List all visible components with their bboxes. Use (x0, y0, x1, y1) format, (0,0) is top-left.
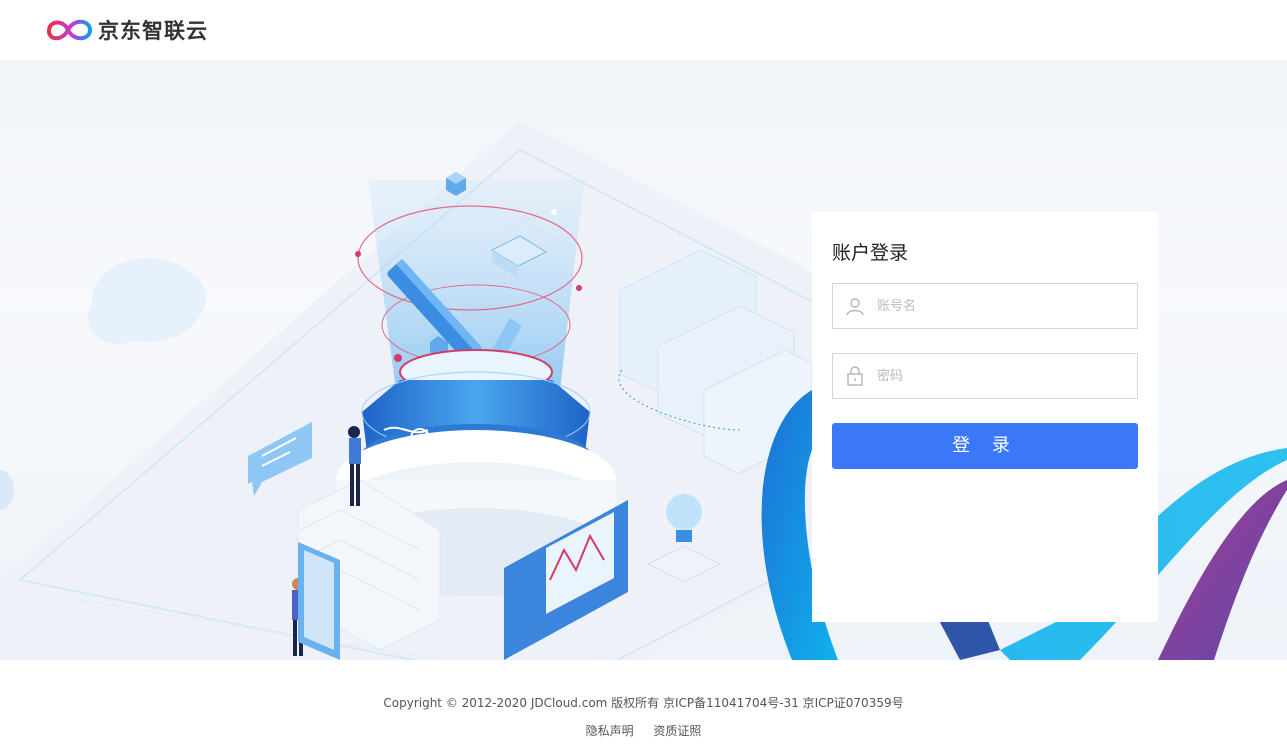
login-card: 账户登录 登 录 (812, 212, 1158, 622)
brand-logo[interactable]: 京东智联云 (44, 14, 208, 46)
password-field[interactable] (832, 353, 1138, 399)
top-header: 京东智联云 (0, 0, 1287, 60)
login-button[interactable]: 登 录 (832, 423, 1138, 469)
user-icon (846, 298, 864, 316)
qualification-link[interactable]: 资质证照 (653, 724, 701, 738)
login-title: 账户登录 (832, 242, 909, 264)
footer-links: 隐私声明 资质证照 (0, 722, 1287, 739)
username-input[interactable] (877, 284, 1133, 328)
brand-name: 京东智联云 (98, 19, 208, 43)
copyright-text: Copyright © 2012-2020 JDCloud.com 版权所有 京… (383, 696, 904, 710)
hero-banner: 账户登录 登 录 (0, 60, 1287, 660)
password-input[interactable] (877, 354, 1133, 398)
logo-mark-icon (47, 19, 93, 41)
page-footer: Copyright © 2012-2020 JDCloud.com 版权所有 京… (0, 660, 1287, 746)
username-field[interactable] (832, 283, 1138, 329)
privacy-link[interactable]: 隐私声明 (586, 724, 634, 738)
lock-icon (847, 366, 863, 386)
